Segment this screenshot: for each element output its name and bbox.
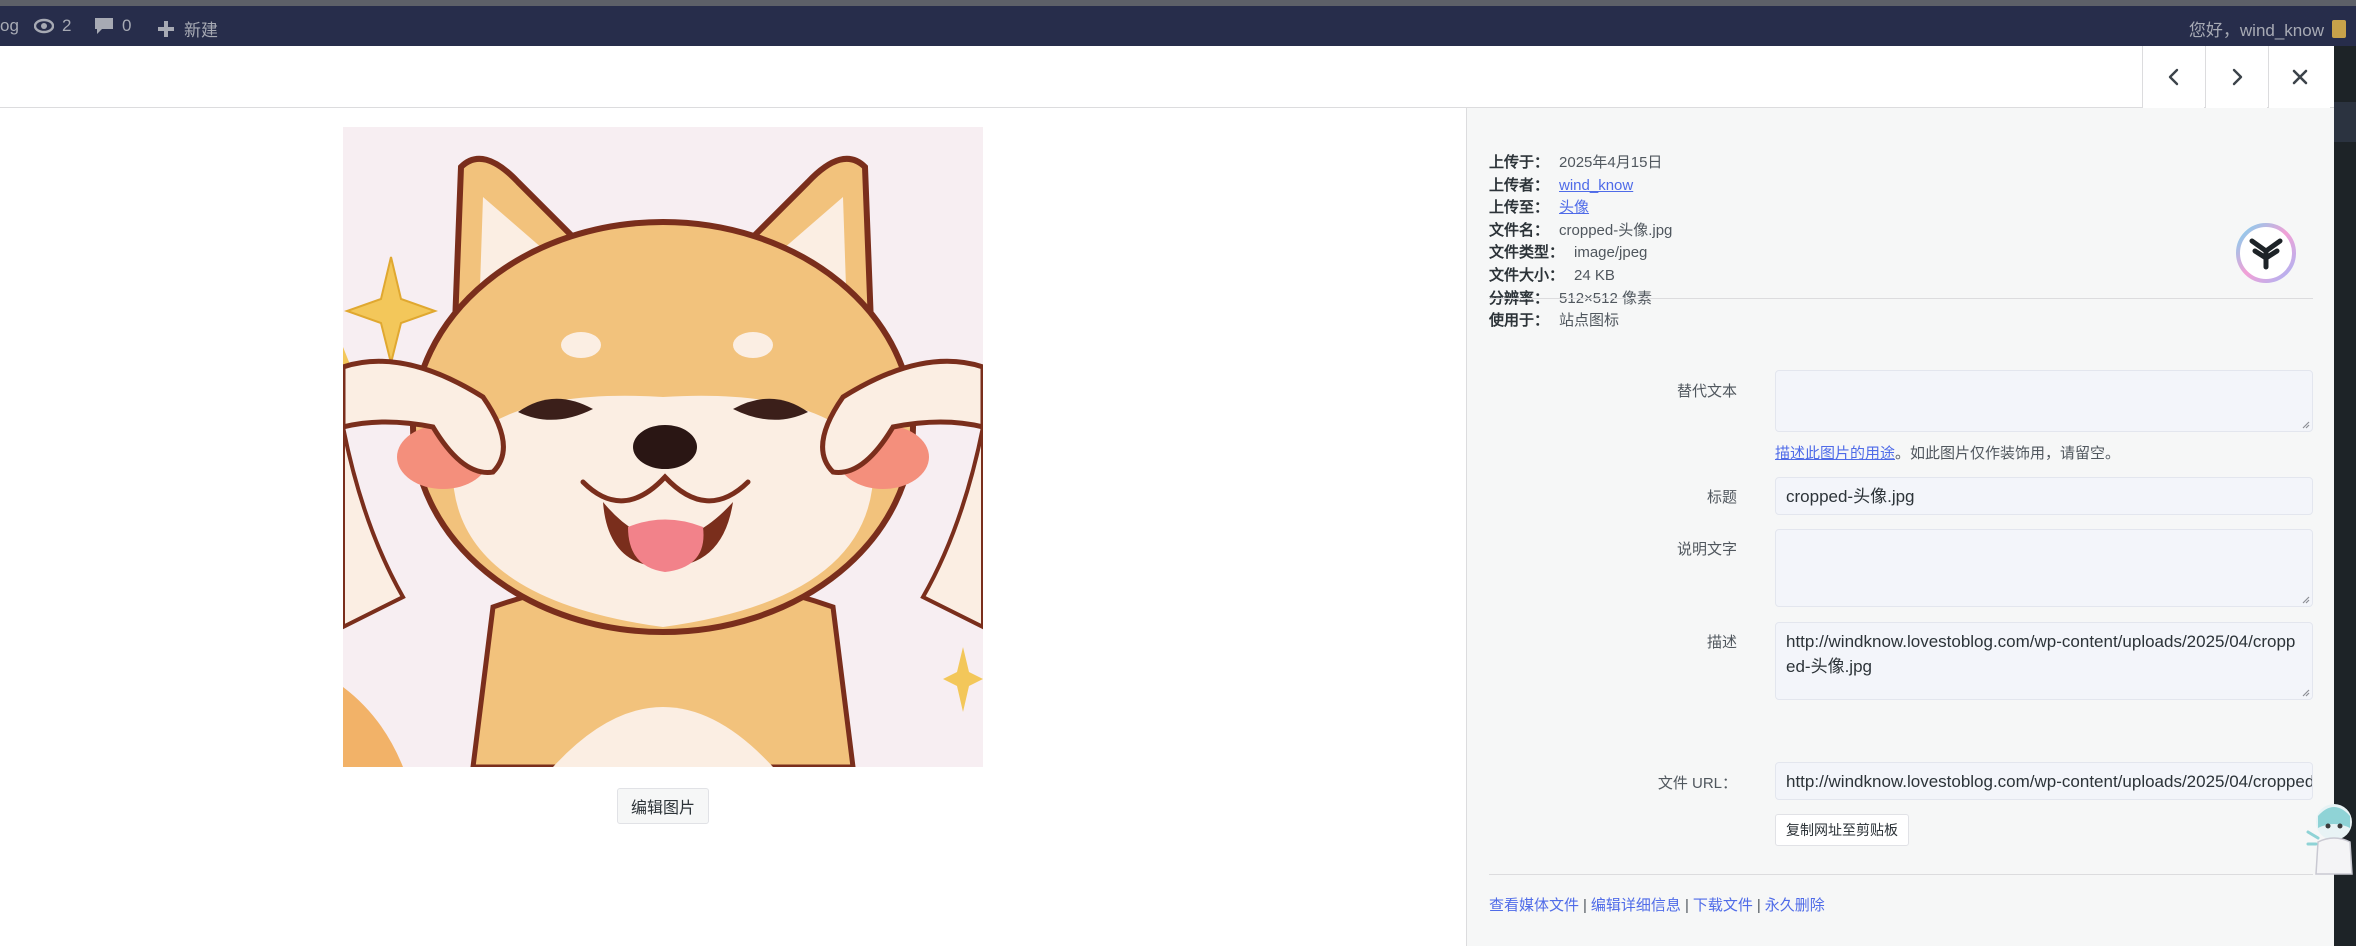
user-greeting[interactable]: 您好，wind_know	[2189, 16, 2346, 41]
edit-image-button[interactable]: 编辑图片	[617, 788, 709, 824]
site-logo-icon[interactable]	[2235, 222, 2297, 284]
file-name-row: 文件名： cropped-头像.jpg	[1489, 220, 1672, 243]
comments-counter[interactable]: 0	[94, 16, 131, 36]
file-name-value: cropped-头像.jpg	[1559, 221, 1673, 239]
image-preview-area: 编辑图片	[0, 108, 1466, 946]
file-info: 上传于： 2025年4月15日 上传者： wind_know 上传至： 头像 文件名：…	[1489, 152, 1672, 333]
file-type-value: image/jpeg	[1574, 244, 1648, 262]
alt-text-help-link[interactable]: 描述此图片的用途	[1775, 445, 1895, 462]
site-name-fragment[interactable]: og	[0, 16, 19, 36]
resize-handle-icon[interactable]	[2300, 687, 2310, 697]
file-type-row: 文件类型： image/jpeg	[1489, 242, 1672, 265]
plus-icon	[158, 20, 174, 37]
used-for-row: 使用于： 站点图标	[1489, 310, 1672, 333]
used-for-value: 站点图标	[1559, 312, 1620, 330]
attachment-details-modal: 编辑图片 上传于： 2025年4月15日 上传者： wind_know 上传至： 头像…	[0, 46, 2334, 946]
download-file-link[interactable]: 下载文件	[1693, 897, 1753, 914]
caption-field[interactable]	[1775, 529, 2313, 607]
alt-text-label: 替代文本	[1676, 383, 1737, 400]
chevron-right-icon	[2232, 68, 2242, 86]
description-label: 描述	[1706, 634, 1737, 651]
caption-label: 说明文字	[1676, 541, 1737, 558]
title-field[interactable]: cropped-头像.jpg	[1775, 477, 2313, 515]
uploaded-on-row: 上传于： 2025年4月15日	[1489, 152, 1672, 175]
file-size-row: 文件大小： 24 KB	[1489, 265, 1672, 288]
uploaded-to-row: 上传至： 头像	[1489, 197, 1672, 220]
mascot-widget-icon[interactable]	[2304, 798, 2356, 876]
description-field[interactable]: http://windknow.lovestoblog.com/wp-conte…	[1775, 622, 2313, 700]
comment-icon	[95, 18, 113, 34]
chevron-left-icon	[2168, 68, 2178, 86]
divider	[1489, 874, 2313, 875]
file-url-label: 文件 URL：	[1657, 775, 1737, 792]
copy-url-button[interactable]: 复制网址至剪贴板	[1775, 814, 1909, 846]
attachment-actions: 查看媒体文件 | 编辑详细信息 | 下载文件 | 永久删除	[1489, 897, 1825, 914]
shiba-dog-illustration	[343, 127, 983, 767]
eye-icon	[34, 18, 54, 34]
next-button[interactable]	[2205, 46, 2267, 108]
resize-handle-icon[interactable]	[2300, 594, 2310, 604]
uploaded-on-value: 2025年4月15日	[1559, 154, 1663, 171]
title-label: 标题	[1706, 489, 1737, 506]
alt-text-help: 描述此图片的用途。如此图片仅作装饰用，请留空。	[1775, 445, 2121, 462]
view-media-link[interactable]: 查看媒体文件	[1489, 897, 1579, 914]
file-url-field[interactable]: http://windknow.lovestoblog.com/wp-conte…	[1775, 762, 2313, 800]
uploaded-by-row: 上传者： wind_know	[1489, 175, 1672, 198]
modal-header	[0, 46, 2334, 108]
attachment-image	[343, 127, 983, 767]
views-counter[interactable]: 2	[34, 16, 71, 36]
edit-details-link[interactable]: 编辑详细信息	[1591, 897, 1681, 914]
previous-button[interactable]	[2142, 46, 2204, 108]
alt-text-field[interactable]	[1775, 370, 2313, 432]
delete-permanently-link[interactable]: 永久删除	[1765, 897, 1825, 914]
file-size-value: 24 KB	[1574, 266, 1615, 284]
admin-bar: og 2 0 新建 您好，wind_know	[0, 0, 2356, 46]
attachment-details-panel: 上传于： 2025年4月15日 上传者： wind_know 上传至： 头像 文件名：…	[1466, 108, 2334, 946]
avatar	[2332, 19, 2346, 38]
close-icon	[2292, 69, 2307, 85]
resize-handle-icon[interactable]	[2300, 419, 2310, 429]
uploaded-to-link[interactable]: 头像	[1559, 197, 1589, 220]
close-button[interactable]	[2268, 46, 2330, 108]
new-content-menu[interactable]: 新建	[156, 16, 218, 41]
uploaded-by-link[interactable]: wind_know	[1559, 175, 1633, 198]
divider	[1489, 298, 2313, 299]
